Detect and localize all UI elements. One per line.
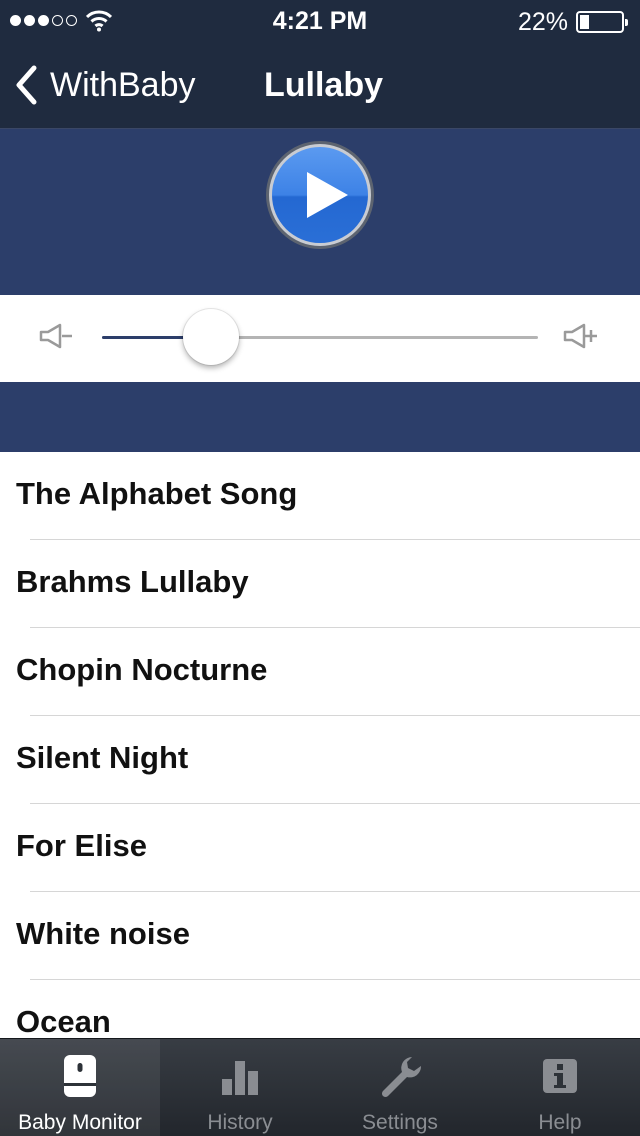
baby-monitor-icon	[64, 1055, 96, 1097]
tab-history[interactable]: History	[160, 1039, 320, 1136]
song-list: The Alphabet Song Brahms Lullaby Chopin …	[0, 452, 640, 1038]
song-item-white-noise[interactable]: White noise	[0, 892, 640, 980]
song-title: Silent Night	[16, 740, 189, 775]
song-title: The Alphabet Song	[16, 476, 298, 511]
song-item-silent-night[interactable]: Silent Night	[0, 716, 640, 804]
play-button[interactable]	[264, 139, 376, 251]
battery-percent: 22%	[517, 8, 568, 36]
song-title: Chopin Nocturne	[16, 652, 268, 687]
tab-label: Baby Monitor	[18, 1111, 142, 1134]
tab-baby-monitor[interactable]: Baby Monitor	[0, 1039, 160, 1136]
song-item-chopin-nocturne[interactable]: Chopin Nocturne	[0, 628, 640, 716]
player-area	[0, 129, 640, 295]
divider-band	[0, 382, 640, 452]
tab-label: Settings	[362, 1111, 438, 1134]
volume-low-icon	[39, 323, 72, 349]
song-item-ocean[interactable]: Ocean	[0, 980, 640, 1038]
battery-icon	[576, 11, 628, 33]
tab-label: History	[207, 1111, 273, 1134]
volume-high-icon	[563, 323, 597, 349]
tab-settings[interactable]: Settings	[320, 1039, 480, 1136]
song-item-for-elise[interactable]: For Elise	[0, 804, 640, 892]
tab-bar: Baby Monitor History Settings Help	[0, 1038, 640, 1136]
back-button-label: WithBaby	[50, 65, 196, 104]
chevron-left-icon	[16, 65, 37, 105]
battery-level	[580, 15, 589, 29]
back-button[interactable]: WithBaby	[14, 62, 196, 108]
song-title: Ocean	[16, 1004, 111, 1038]
tab-help[interactable]: Help	[480, 1039, 640, 1136]
volume-slider-thumb[interactable]	[183, 309, 239, 365]
volume-slider-track[interactable]	[102, 336, 538, 339]
info-icon	[543, 1059, 577, 1093]
song-title: For Elise	[16, 828, 147, 863]
song-title: White noise	[16, 916, 190, 951]
volume-control	[0, 295, 640, 382]
tab-label: Help	[538, 1111, 582, 1134]
song-item-alphabet-song[interactable]: The Alphabet Song	[0, 452, 640, 540]
page-title: Lullaby	[264, 66, 384, 104]
navigation-bar: WithBaby Lullaby	[0, 44, 640, 129]
song-item-brahms-lullaby[interactable]: Brahms Lullaby	[0, 540, 640, 628]
song-title: Brahms Lullaby	[16, 564, 249, 599]
status-bar: 4:21 PM 22%	[0, 0, 640, 44]
bar-chart-icon	[222, 1061, 258, 1095]
wrench-icon	[381, 1057, 422, 1098]
